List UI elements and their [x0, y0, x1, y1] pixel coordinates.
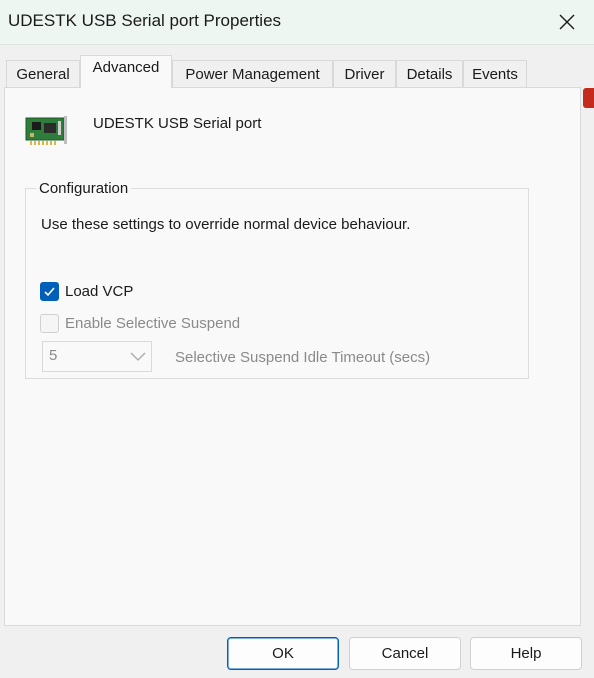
tab-power-management[interactable]: Power Management: [172, 60, 333, 87]
device-name: UDESTK USB Serial port: [93, 115, 262, 132]
tab-advanced[interactable]: Advanced: [80, 55, 172, 88]
window-title: UDESTK USB Serial port Properties: [8, 11, 282, 30]
configuration-description: Use these settings to override normal de…: [41, 216, 411, 233]
network-card-icon: [24, 113, 70, 154]
load-vcp-label: Load VCP: [65, 282, 134, 300]
load-vcp-checkbox-row[interactable]: Load VCP: [40, 281, 133, 301]
close-button[interactable]: [554, 9, 580, 35]
selective-suspend-checkbox-row[interactable]: Enable Selective Suspend: [40, 313, 240, 333]
chevron-down-icon: [129, 349, 147, 368]
checkmark-icon: [44, 286, 55, 296]
idle-timeout-value: 5: [49, 347, 58, 364]
configuration-group-label: Configuration: [36, 180, 132, 197]
tab-driver[interactable]: Driver: [333, 60, 396, 87]
tab-details[interactable]: Details: [396, 60, 463, 87]
load-vcp-checkbox[interactable]: [40, 281, 59, 301]
background-window-edge: [583, 88, 594, 108]
idle-timeout-label: Selective Suspend Idle Timeout (secs): [175, 349, 431, 366]
title-bar: UDESTK USB Serial port Properties: [0, 0, 594, 45]
cancel-button[interactable]: Cancel: [349, 637, 461, 670]
help-button[interactable]: Help: [470, 637, 582, 670]
selective-suspend-checkbox[interactable]: [40, 313, 59, 333]
selective-suspend-label: Enable Selective Suspend: [65, 314, 241, 332]
tab-strip: General Advanced Power Management Driver…: [6, 55, 586, 88]
close-icon: [559, 14, 575, 30]
tab-events[interactable]: Events: [463, 60, 527, 87]
ok-button[interactable]: OK: [227, 637, 339, 670]
tab-general[interactable]: General: [6, 60, 80, 87]
idle-timeout-select[interactable]: 5: [42, 341, 152, 372]
